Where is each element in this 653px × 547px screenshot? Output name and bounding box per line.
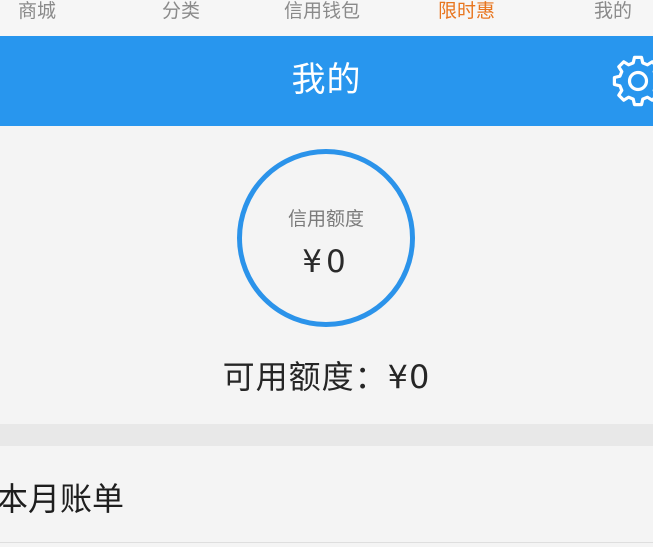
tab-mine[interactable]: 我的 [594,0,632,28]
top-tab-bar: 商城 分类 信用钱包 限时惠 我的 [0,0,653,36]
credit-panel: 信用额度 ¥0 可用额度：¥0 [0,126,653,424]
page-header: 我的 [0,36,653,126]
tab-category[interactable]: 分类 [162,0,200,28]
credit-limit-label: 信用额度 [287,208,364,230]
row-separator [0,542,653,543]
credit-limit-ring: 信用额度 ¥0 [237,149,415,327]
tab-limited-deals[interactable]: 限时惠 [438,0,495,28]
gear-icon[interactable] [611,54,653,108]
page-title: 我的 [291,60,362,100]
monthly-bill-row[interactable]: 本月账单 [0,446,653,543]
my-account-screen: 商城 分类 信用钱包 限时惠 我的 我的 信用额度 ¥0 可用额度：¥0 本月账… [0,0,653,547]
monthly-bill-label: 本月账单 [0,480,125,518]
available-credit: 可用额度：¥0 [222,358,431,396]
section-divider [0,424,653,446]
tab-mall[interactable]: 商城 [18,0,56,28]
tab-credit-wallet[interactable]: 信用钱包 [284,0,360,28]
credit-limit-value: ¥0 [302,244,350,280]
